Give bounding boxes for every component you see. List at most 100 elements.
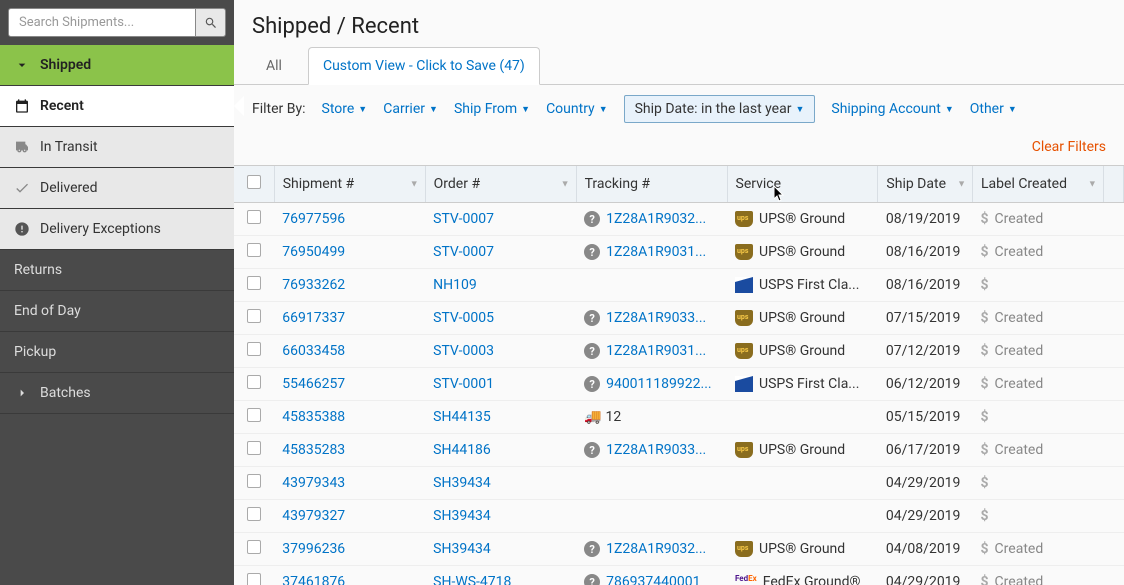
col-tracking[interactable]: Tracking #: [576, 166, 727, 203]
tracking-cell[interactable]: ?1Z28A1R9032...: [576, 203, 727, 236]
tracking-cell[interactable]: ?1Z28A1R9033...: [576, 302, 727, 335]
row-checkbox[interactable]: [247, 375, 261, 389]
search-button[interactable]: [196, 8, 226, 37]
ship-date-cell: 04/08/2019: [878, 533, 973, 566]
tracking-cell[interactable]: ?1Z28A1R9031...: [576, 236, 727, 269]
nav-returns[interactable]: Returns: [0, 250, 234, 291]
tracking-cell[interactable]: ?1Z28A1R9033...: [576, 434, 727, 467]
dollar-icon: $: [981, 574, 989, 585]
row-checkbox[interactable]: [247, 243, 261, 257]
table-row[interactable]: 45835283SH44186?1Z28A1R9033...UPS® Groun…: [234, 434, 1124, 467]
order-link[interactable]: STV-0003: [425, 335, 576, 368]
row-checkbox[interactable]: [247, 408, 261, 422]
order-link[interactable]: STV-0005: [425, 302, 576, 335]
nav-shipped[interactable]: Shipped: [0, 45, 234, 86]
row-checkbox[interactable]: [247, 573, 261, 585]
shipment-link[interactable]: 76950499: [274, 236, 425, 269]
col-ship-date[interactable]: Ship Date▼: [878, 166, 973, 203]
ship-date-cell: 08/19/2019: [878, 203, 973, 236]
tracking-cell[interactable]: [576, 500, 727, 533]
tracking-cell[interactable]: 🚚12: [576, 401, 727, 434]
shipment-link[interactable]: 37996236: [274, 533, 425, 566]
nav-batches[interactable]: Batches: [0, 373, 234, 414]
filter-country[interactable]: Country ▼: [546, 101, 608, 117]
shipment-link[interactable]: 76977596: [274, 203, 425, 236]
table-row[interactable]: 76933262NH109USPS First Cla...08/16/2019…: [234, 269, 1124, 302]
table-row[interactable]: 43979327SH3943404/29/2019$: [234, 500, 1124, 533]
help-icon: ?: [584, 541, 600, 557]
row-checkbox[interactable]: [247, 309, 261, 323]
nav-recent[interactable]: Recent: [0, 86, 234, 127]
table-row[interactable]: 66917337STV-0005?1Z28A1R9033...UPS® Grou…: [234, 302, 1124, 335]
ship-date-cell: 05/15/2019: [878, 401, 973, 434]
table-row[interactable]: 45835388SH44135🚚1205/15/2019$: [234, 401, 1124, 434]
shipment-link[interactable]: 66033458: [274, 335, 425, 368]
search-input[interactable]: [8, 8, 196, 37]
filter-other[interactable]: Other ▼: [970, 101, 1017, 117]
table-row[interactable]: 76950499STV-0007?1Z28A1R9031...UPS® Grou…: [234, 236, 1124, 269]
order-link[interactable]: SH-WS-4718: [425, 566, 576, 585]
tracking-cell[interactable]: ?1Z28A1R9032...: [576, 533, 727, 566]
filter-store[interactable]: Store ▼: [322, 101, 368, 117]
shipment-link[interactable]: 43979343: [274, 467, 425, 500]
truck-icon: [14, 139, 30, 155]
shipment-link[interactable]: 43979327: [274, 500, 425, 533]
tracking-cell[interactable]: ?940011189922...: [576, 368, 727, 401]
tracking-cell[interactable]: [576, 269, 727, 302]
order-link[interactable]: STV-0007: [425, 203, 576, 236]
tab-all[interactable]: All: [252, 48, 296, 84]
main: Shipped / Recent All Custom View - Click…: [234, 0, 1124, 585]
row-checkbox[interactable]: [247, 441, 261, 455]
order-link[interactable]: SH39434: [425, 467, 576, 500]
row-checkbox[interactable]: [247, 210, 261, 224]
nav-eod[interactable]: End of Day: [0, 291, 234, 332]
nav-delivered[interactable]: Delivered: [0, 168, 234, 209]
nav-in-transit-label: In Transit: [40, 139, 98, 155]
col-service[interactable]: Service: [727, 166, 878, 203]
row-checkbox[interactable]: [247, 507, 261, 521]
table-row[interactable]: 55466257STV-0001?940011189922...USPS Fir…: [234, 368, 1124, 401]
tab-custom[interactable]: Custom View - Click to Save (47): [308, 47, 540, 85]
order-link[interactable]: STV-0007: [425, 236, 576, 269]
order-link[interactable]: STV-0001: [425, 368, 576, 401]
shipment-link[interactable]: 76933262: [274, 269, 425, 302]
col-shipment[interactable]: Shipment #▼: [274, 166, 425, 203]
checkbox-icon[interactable]: [247, 175, 261, 189]
ups-icon: [735, 244, 753, 260]
filter-ship-from[interactable]: Ship From ▼: [454, 101, 530, 117]
tracking-cell[interactable]: [576, 467, 727, 500]
col-order[interactable]: Order #▼: [425, 166, 576, 203]
table-row[interactable]: 76977596STV-0007?1Z28A1R9032...UPS® Grou…: [234, 203, 1124, 236]
order-link[interactable]: SH44135: [425, 401, 576, 434]
order-link[interactable]: SH39434: [425, 533, 576, 566]
tracking-cell[interactable]: ?786937440001: [576, 566, 727, 585]
table-row[interactable]: 43979343SH3943404/29/2019$: [234, 467, 1124, 500]
order-link[interactable]: NH109: [425, 269, 576, 302]
row-checkbox[interactable]: [247, 342, 261, 356]
order-link[interactable]: SH44186: [425, 434, 576, 467]
shipment-link[interactable]: 66917337: [274, 302, 425, 335]
service-cell: UPS® Ground: [727, 335, 878, 368]
row-checkbox[interactable]: [247, 540, 261, 554]
filter-account[interactable]: Shipping Account ▼: [831, 101, 953, 117]
row-checkbox[interactable]: [247, 474, 261, 488]
order-link[interactable]: SH39434: [425, 500, 576, 533]
table-row[interactable]: 37461876SH-WS-4718?786937440001FedExFedE…: [234, 566, 1124, 585]
col-label-created[interactable]: Label Created▼: [973, 166, 1104, 203]
shipment-link[interactable]: 55466257: [274, 368, 425, 401]
ship-date-cell: 08/16/2019: [878, 269, 973, 302]
shipment-link[interactable]: 37461876: [274, 566, 425, 585]
shipment-link[interactable]: 45835283: [274, 434, 425, 467]
col-checkbox[interactable]: [234, 166, 274, 203]
shipment-link[interactable]: 45835388: [274, 401, 425, 434]
table-row[interactable]: 66033458STV-0003?1Z28A1R9031...UPS® Grou…: [234, 335, 1124, 368]
filter-carrier[interactable]: Carrier ▼: [383, 101, 438, 117]
nav-in-transit[interactable]: In Transit: [0, 127, 234, 168]
table-row[interactable]: 37996236SH39434?1Z28A1R9032...UPS® Groun…: [234, 533, 1124, 566]
nav-exceptions[interactable]: Delivery Exceptions: [0, 209, 234, 250]
nav-pickup[interactable]: Pickup: [0, 332, 234, 373]
tracking-cell[interactable]: ?1Z28A1R9031...: [576, 335, 727, 368]
filter-ship-date[interactable]: Ship Date: in the last year ▼: [624, 95, 816, 123]
clear-filters[interactable]: Clear Filters: [1032, 139, 1106, 155]
row-checkbox[interactable]: [247, 276, 261, 290]
